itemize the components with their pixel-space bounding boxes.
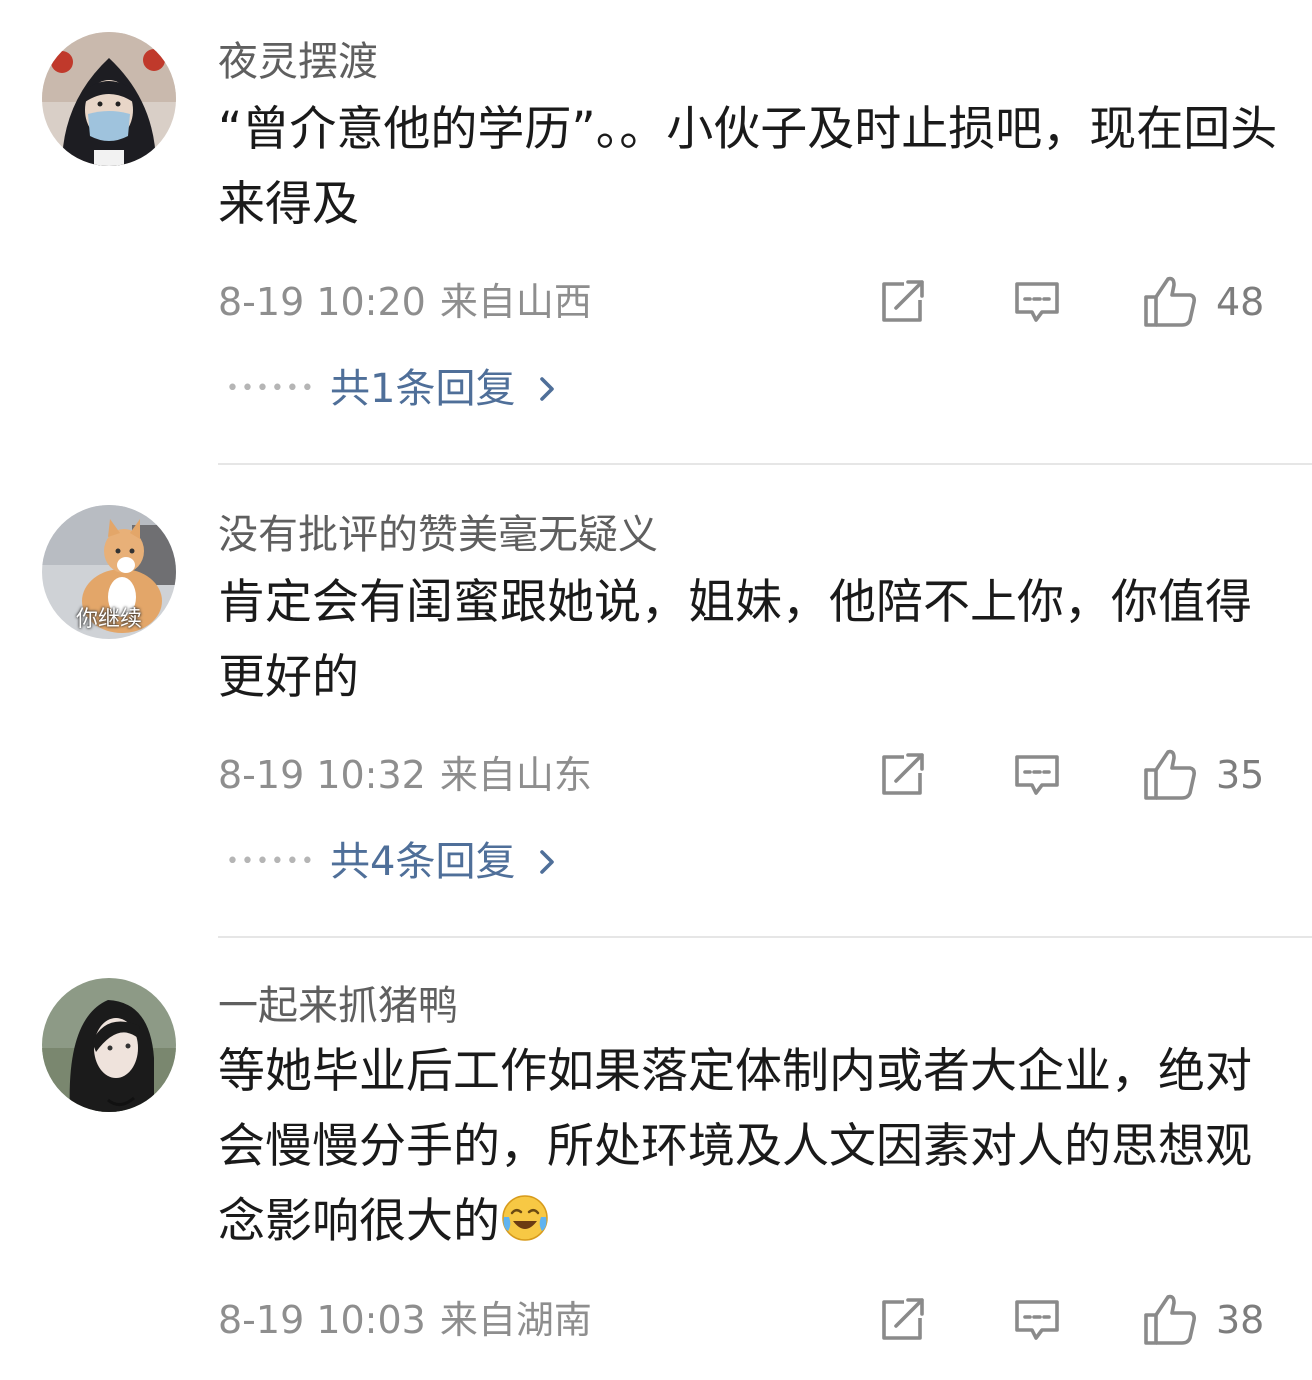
- thumbs-up-icon: [1144, 1294, 1196, 1345]
- share-icon: [882, 1298, 924, 1340]
- replies-count-label: 共1条回复: [330, 366, 516, 412]
- comment-item: 你继续 没有批评的赞美毫无疑义 肯定会有闺蜜跟她说，姐妹，他陪不上你，你值得更好…: [0, 465, 1312, 938]
- chevron-right-icon: [540, 850, 555, 874]
- comment-button[interactable]: [1012, 272, 1062, 332]
- timestamp: 8-19 10:03: [218, 1298, 426, 1342]
- avatar[interactable]: [42, 978, 176, 1112]
- comment-meta: 8-19 10:20 来自山西 48: [218, 272, 1268, 332]
- location: 来自山西: [439, 280, 592, 324]
- comment-meta-text: 8-19 10:03 来自湖南: [218, 1298, 592, 1342]
- comment-meta-text: 8-19 10:20 来自山西: [218, 280, 592, 324]
- like-button[interactable]: 38: [1142, 1290, 1264, 1350]
- like-button[interactable]: 35: [1142, 745, 1264, 805]
- like-count: 38: [1216, 1298, 1265, 1342]
- location: 来自山东: [439, 753, 592, 797]
- comment-text: 肯定会有闺蜜跟她说，姐妹，他陪不上你，你值得更好的: [218, 575, 1252, 705]
- location: 来自湖南: [439, 1298, 592, 1342]
- avatar-caption: 你继续: [75, 607, 142, 632]
- share-icon: [882, 280, 924, 322]
- view-replies-link[interactable]: 共4条回复: [330, 837, 555, 887]
- username[interactable]: 夜灵摆渡: [218, 36, 378, 88]
- chevron-right-icon: [540, 377, 555, 401]
- share-button[interactable]: [878, 1290, 928, 1350]
- username[interactable]: 一起来抓猪鸭: [218, 980, 458, 1032]
- like-button[interactable]: 48: [1142, 272, 1264, 332]
- replies-dots: ••••••: [226, 376, 316, 401]
- comment-icon: [1015, 282, 1059, 322]
- comment-text: “曾介意他的学历”。。小伙子及时止损吧，现在回头来得及: [218, 102, 1278, 232]
- thumbs-up-icon: [1144, 749, 1196, 800]
- comment-feed: 夜灵摆渡 “曾介意他的学历”。。小伙子及时止损吧，现在回头来得及 8-19 10…: [0, 0, 1312, 1380]
- share-icon: [882, 753, 924, 795]
- woman-portrait-avatar: [42, 978, 176, 1112]
- comment-text: 等她毕业后工作如果落定体制内或者大企业，绝对会慢慢分手的，所处环境及人文因素对人…: [218, 1034, 1288, 1259]
- avatar[interactable]: [42, 32, 176, 166]
- comment-icon: [1015, 755, 1059, 795]
- replies-row: •••••• 共4条回复: [226, 837, 555, 887]
- replies-row: •••••• 共1条回复: [226, 364, 555, 414]
- username[interactable]: 没有批评的赞美毫无疑义: [218, 509, 658, 561]
- comment-meta: 8-19 10:32 来自山东 35: [218, 745, 1268, 805]
- comment-item: 一起来抓猪鸭 等她毕业后工作如果落定体制内或者大企业，绝对会慢慢分手的，所处环境…: [0, 938, 1312, 1380]
- comment-meta: 8-19 10:03 来自湖南 38: [218, 1290, 1268, 1350]
- thumbs-up-icon: [1144, 276, 1196, 327]
- like-count: 35: [1216, 753, 1265, 797]
- like-count: 48: [1216, 280, 1265, 324]
- hooded-person-masked-avatar: [42, 32, 176, 166]
- replies-count-label: 共4条回复: [330, 839, 516, 885]
- share-button[interactable]: [878, 745, 928, 805]
- view-replies-link[interactable]: 共1条回复: [330, 364, 555, 414]
- timestamp: 8-19 10:20: [218, 280, 426, 324]
- comment-text-content: 等她毕业后工作如果落定体制内或者大企业，绝对会慢慢分手的，所处环境及人文因素对人…: [218, 1044, 1252, 1249]
- replies-dots: ••••••: [226, 849, 316, 874]
- timestamp: 8-19 10:32: [218, 753, 426, 797]
- avatar[interactable]: 你继续: [42, 505, 176, 639]
- comment-icon: [1015, 1300, 1059, 1340]
- share-button[interactable]: [878, 272, 928, 332]
- comment-meta-text: 8-19 10:32 来自山东: [218, 753, 592, 797]
- comment-button[interactable]: [1012, 1290, 1062, 1350]
- comment-item: 夜灵摆渡 “曾介意他的学历”。。小伙子及时止损吧，现在回头来得及 8-19 10…: [0, 0, 1312, 465]
- laugh-cry-emoji: [502, 1195, 548, 1241]
- comment-button[interactable]: [1012, 745, 1062, 805]
